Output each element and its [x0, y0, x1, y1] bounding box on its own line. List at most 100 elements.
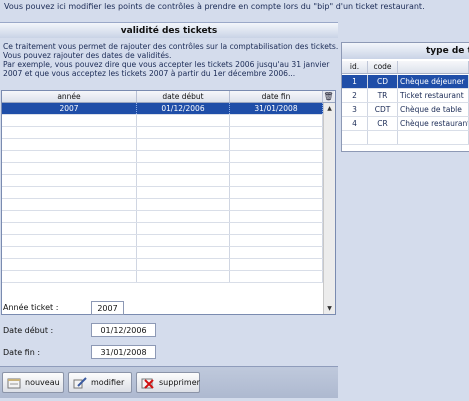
table-row-empty[interactable]: [2, 187, 323, 199]
empty-cell: [137, 211, 230, 222]
empty-cell: [2, 271, 137, 282]
cell-code: CR: [368, 117, 398, 130]
validity-grid[interactable]: année date début date fin 🗑 2007 01/12/2…: [1, 90, 336, 315]
cell-code: [368, 131, 398, 144]
empty-cell: [2, 235, 137, 246]
table-row-empty[interactable]: [2, 223, 323, 235]
ticket-type-panel: type de t id. code 1 CD Chèque déjeuner …: [341, 42, 469, 152]
empty-cell: [2, 139, 137, 150]
description-line: Vous pouvez rajouter des dates de validi…: [3, 51, 172, 60]
column-header-libelle[interactable]: [398, 61, 469, 73]
ticket-type-title: type de t: [342, 43, 469, 59]
delete-icon: [141, 376, 155, 389]
empty-cell: [230, 271, 323, 282]
delete-button[interactable]: supprimer: [136, 372, 200, 393]
cell-libelle: Chèque restaurant: [400, 117, 469, 130]
empty-cell: [2, 127, 137, 138]
table-row[interactable]: 3 CDT Chèque de table: [342, 103, 469, 117]
validity-description: Ce traitement vous permet de rajouter de…: [0, 38, 338, 78]
date-debut-field[interactable]: [91, 323, 156, 337]
table-row-empty[interactable]: [2, 115, 323, 127]
intro-text: Vous pouvez ici modifier les points de c…: [4, 2, 425, 11]
table-row[interactable]: 1 CD Chèque déjeuner: [342, 75, 469, 89]
empty-cell: [230, 199, 323, 210]
empty-cell: [230, 211, 323, 222]
edit-button[interactable]: modifier: [68, 372, 132, 393]
empty-cell: [137, 235, 230, 246]
empty-cell: [137, 247, 230, 258]
column-header-date-fin[interactable]: date fin: [230, 91, 323, 102]
table-row[interactable]: 2 TR Ticket restaurant: [342, 89, 469, 103]
cell-libelle: Chèque de table: [398, 103, 469, 116]
table-row-empty[interactable]: [2, 271, 323, 283]
empty-cell: [230, 115, 323, 126]
date-fin-label: Date fin :: [3, 348, 41, 357]
empty-cell: [2, 187, 137, 198]
empty-cell: [2, 163, 137, 174]
cell-annee: 2007: [2, 103, 137, 114]
column-header-annee[interactable]: année: [2, 91, 137, 102]
arrow-down-icon[interactable]: ▼: [324, 303, 335, 314]
cell-date-debut: 01/12/2006: [137, 103, 230, 114]
empty-cell: [137, 259, 230, 270]
grid-scrollbar[interactable]: ▲ ▼: [323, 103, 335, 314]
new-button-label: nouveau: [25, 378, 60, 387]
column-header-code[interactable]: code: [368, 61, 398, 73]
button-bar: nouveau modifier supprimer: [0, 366, 338, 398]
empty-cell: [137, 139, 230, 150]
validity-panel-title: validité des tickets: [0, 22, 338, 38]
new-button[interactable]: nouveau: [2, 372, 64, 393]
empty-cell: [137, 223, 230, 234]
table-row-empty[interactable]: [2, 151, 323, 163]
description-line: Ce traitement vous permet de rajouter de…: [3, 42, 339, 51]
edit-button-label: modifier: [91, 378, 125, 387]
annee-label: Année ticket :: [3, 303, 59, 312]
date-fin-field[interactable]: [91, 345, 156, 359]
table-row-empty[interactable]: [2, 127, 323, 139]
annee-field[interactable]: [91, 301, 124, 315]
table-row-empty[interactable]: [2, 163, 323, 175]
empty-cell: [230, 187, 323, 198]
table-row-empty[interactable]: [2, 259, 323, 271]
cell-id: 2: [342, 89, 368, 102]
table-row-empty[interactable]: [2, 139, 323, 151]
date-debut-label: Date début :: [3, 326, 54, 335]
cell-libelle: Ticket restaurant: [398, 89, 469, 102]
empty-cell: [230, 139, 323, 150]
arrow-up-icon[interactable]: ▲: [324, 103, 335, 114]
cell-id: 4: [342, 117, 368, 130]
trash-icon[interactable]: 🗑: [323, 91, 334, 102]
validity-panel: validité des tickets Ce traitement vous …: [0, 22, 338, 367]
empty-cell: [2, 259, 137, 270]
empty-cell: [137, 175, 230, 186]
empty-cell: [230, 223, 323, 234]
new-record-icon: [7, 376, 21, 389]
table-row[interactable]: [342, 131, 469, 145]
description-line: 2007 et que vous acceptez les tickets 20…: [3, 69, 296, 78]
empty-cell: [2, 151, 137, 162]
table-row[interactable]: 4 CR Chèque restaurant: [342, 117, 469, 131]
empty-cell: [230, 235, 323, 246]
empty-cell: [2, 223, 137, 234]
delete-button-label: supprimer: [159, 378, 200, 387]
cell-id: 3: [342, 103, 368, 116]
cell-code: CDT: [368, 103, 398, 116]
empty-cell: [230, 259, 323, 270]
empty-cell: [2, 175, 137, 186]
empty-cell: [230, 163, 323, 174]
column-header-date-debut[interactable]: date début: [137, 91, 230, 102]
cell-id: [342, 131, 368, 144]
description-line: Par exemple, vous pouvez dire que vous a…: [3, 60, 330, 69]
empty-cell: [137, 127, 230, 138]
table-row-empty[interactable]: [2, 211, 323, 223]
table-row-empty[interactable]: [2, 199, 323, 211]
empty-cell: [2, 199, 137, 210]
empty-cell: [230, 247, 323, 258]
table-row-empty[interactable]: [2, 175, 323, 187]
column-header-id[interactable]: id.: [342, 61, 368, 73]
ticket-type-header: id. code: [342, 61, 469, 74]
cell-date-fin: 31/01/2008: [230, 103, 323, 114]
table-row-empty[interactable]: [2, 247, 323, 259]
table-row[interactable]: 2007 01/12/2006 31/01/2008: [2, 103, 323, 115]
table-row-empty[interactable]: [2, 235, 323, 247]
